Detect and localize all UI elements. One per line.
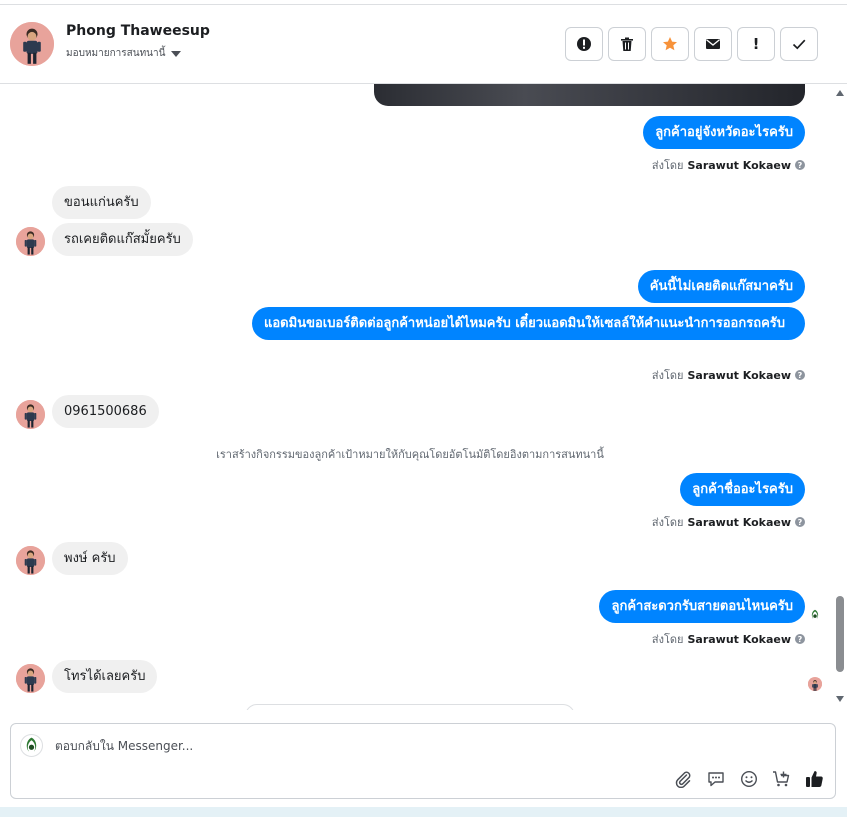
help-icon[interactable]: ? — [795, 160, 805, 170]
scroll-down-arrow[interactable] — [836, 696, 844, 702]
scroll-thumb[interactable] — [836, 596, 844, 672]
sent-by-prefix: ส่งโดย — [651, 516, 684, 529]
like-icon — [806, 771, 823, 787]
sender-name: Sarawut Kokaew — [687, 368, 791, 382]
conversation-actions: ! — [565, 27, 818, 61]
help-icon[interactable]: ? — [795, 517, 805, 527]
sent-by-prefix: ส่งโดย — [651, 159, 684, 172]
reply-input[interactable] — [55, 737, 655, 755]
help-icon[interactable]: ? — [795, 370, 805, 380]
message-bubble-incoming: 0961500686 — [52, 395, 159, 428]
page-footer-band — [0, 807, 847, 817]
like-button[interactable] — [804, 768, 825, 789]
contact-avatar-small — [16, 227, 45, 256]
system-notice: เราสร้างกิจกรรมของลูกค้าเป้าหมายให้กับคุ… — [216, 448, 604, 461]
conversation-header: Phong Thaweesup มอบหมายการสนทนานี้ ! — [0, 4, 847, 84]
sent-by-prefix: ส่งโดย — [651, 633, 684, 646]
attachment-icon — [675, 771, 690, 788]
message-bubble-incoming: พงษ์ ครับ — [52, 542, 128, 575]
cart-add-icon — [773, 770, 790, 786]
sender-name: Sarawut Kokaew — [687, 632, 791, 646]
star-icon — [663, 37, 677, 51]
delete-button[interactable] — [608, 27, 646, 61]
sender-name: Sarawut Kokaew — [687, 158, 791, 172]
star-button[interactable] — [651, 27, 689, 61]
scroll-up-arrow[interactable] — [836, 90, 844, 96]
contact-avatar[interactable] — [10, 22, 54, 66]
page-seen-icon — [808, 607, 822, 621]
message-bubble-outgoing: ลูกค้าชื่ออะไรครับ — [680, 473, 805, 506]
read-receipt-avatar — [808, 677, 822, 691]
envelope-icon — [706, 39, 720, 49]
composer-toolbar — [672, 768, 825, 789]
sent-by-prefix: ส่งโดย — [651, 369, 684, 382]
trash-icon — [621, 37, 633, 51]
chat-scrollbar[interactable] — [834, 84, 846, 710]
message-bubble-incoming: ขอนแก่นครับ — [52, 186, 151, 219]
saved-replies-icon — [707, 771, 724, 786]
emoji-icon — [740, 770, 757, 787]
saved-replies-button[interactable] — [705, 768, 726, 789]
assign-conversation-dropdown[interactable]: มอบหมายการสนทนานี้ — [66, 46, 182, 61]
sent-by-line: ส่งโดย Sarawut Kokaew ? — [652, 156, 805, 174]
help-icon[interactable]: ? — [795, 634, 805, 644]
alert-circle-icon — [577, 37, 591, 51]
message-bubble-incoming: โทรได้เลยครับ — [52, 660, 158, 693]
assign-label: มอบหมายการสนทนานี้ — [66, 48, 166, 59]
mark-unread-button[interactable] — [694, 27, 732, 61]
page-avatar — [20, 734, 43, 757]
message-bubble-outgoing: ลูกค้าอยู่จังหวัดอะไรครับ — [643, 116, 805, 149]
image-attachment[interactable] — [374, 84, 805, 106]
emoji-button[interactable] — [738, 768, 759, 789]
message-bubble-incoming: รถเคยติดแก๊สมั้ยครับ — [52, 223, 193, 256]
sent-by-line: ส่งโดย Sarawut Kokaew ? — [652, 630, 805, 648]
contact-name[interactable]: Phong Thaweesup — [66, 23, 210, 39]
contact-avatar-small — [16, 664, 45, 693]
mark-done-button[interactable] — [780, 27, 818, 61]
message-bubble-outgoing: คันนี้ไม่เคยติดแก๊สมาครับ — [637, 270, 805, 303]
new-message-indicator[interactable] — [245, 704, 575, 710]
caret-down-icon — [171, 50, 182, 57]
add-to-cart-button[interactable] — [771, 768, 792, 789]
sender-name: Sarawut Kokaew — [687, 515, 791, 529]
message-bubble-outgoing: แอดมินขอเบอร์ติดต่อลูกค้าหน่อยได้ไหมครับ… — [252, 307, 805, 340]
sent-by-line: ส่งโดย Sarawut Kokaew ? — [652, 366, 805, 384]
sent-by-line: ส่งโดย Sarawut Kokaew ? — [652, 513, 805, 531]
check-icon — [792, 39, 806, 50]
reply-composer — [10, 723, 836, 799]
message-thread: ลูกค้าอยู่จังหวัดอะไรครับ ส่งโดย Sarawut… — [0, 84, 832, 710]
message-bubble-outgoing: ลูกค้าสะดวกรับสายตอนไหนครับ — [599, 590, 805, 623]
contact-avatar-small — [16, 546, 45, 575]
follow-up-button[interactable]: ! — [737, 27, 775, 61]
contact-avatar-small — [16, 400, 45, 429]
attachment-button[interactable] — [672, 768, 693, 789]
mark-spam-button[interactable] — [565, 27, 603, 61]
exclamation-icon: ! — [752, 35, 760, 53]
